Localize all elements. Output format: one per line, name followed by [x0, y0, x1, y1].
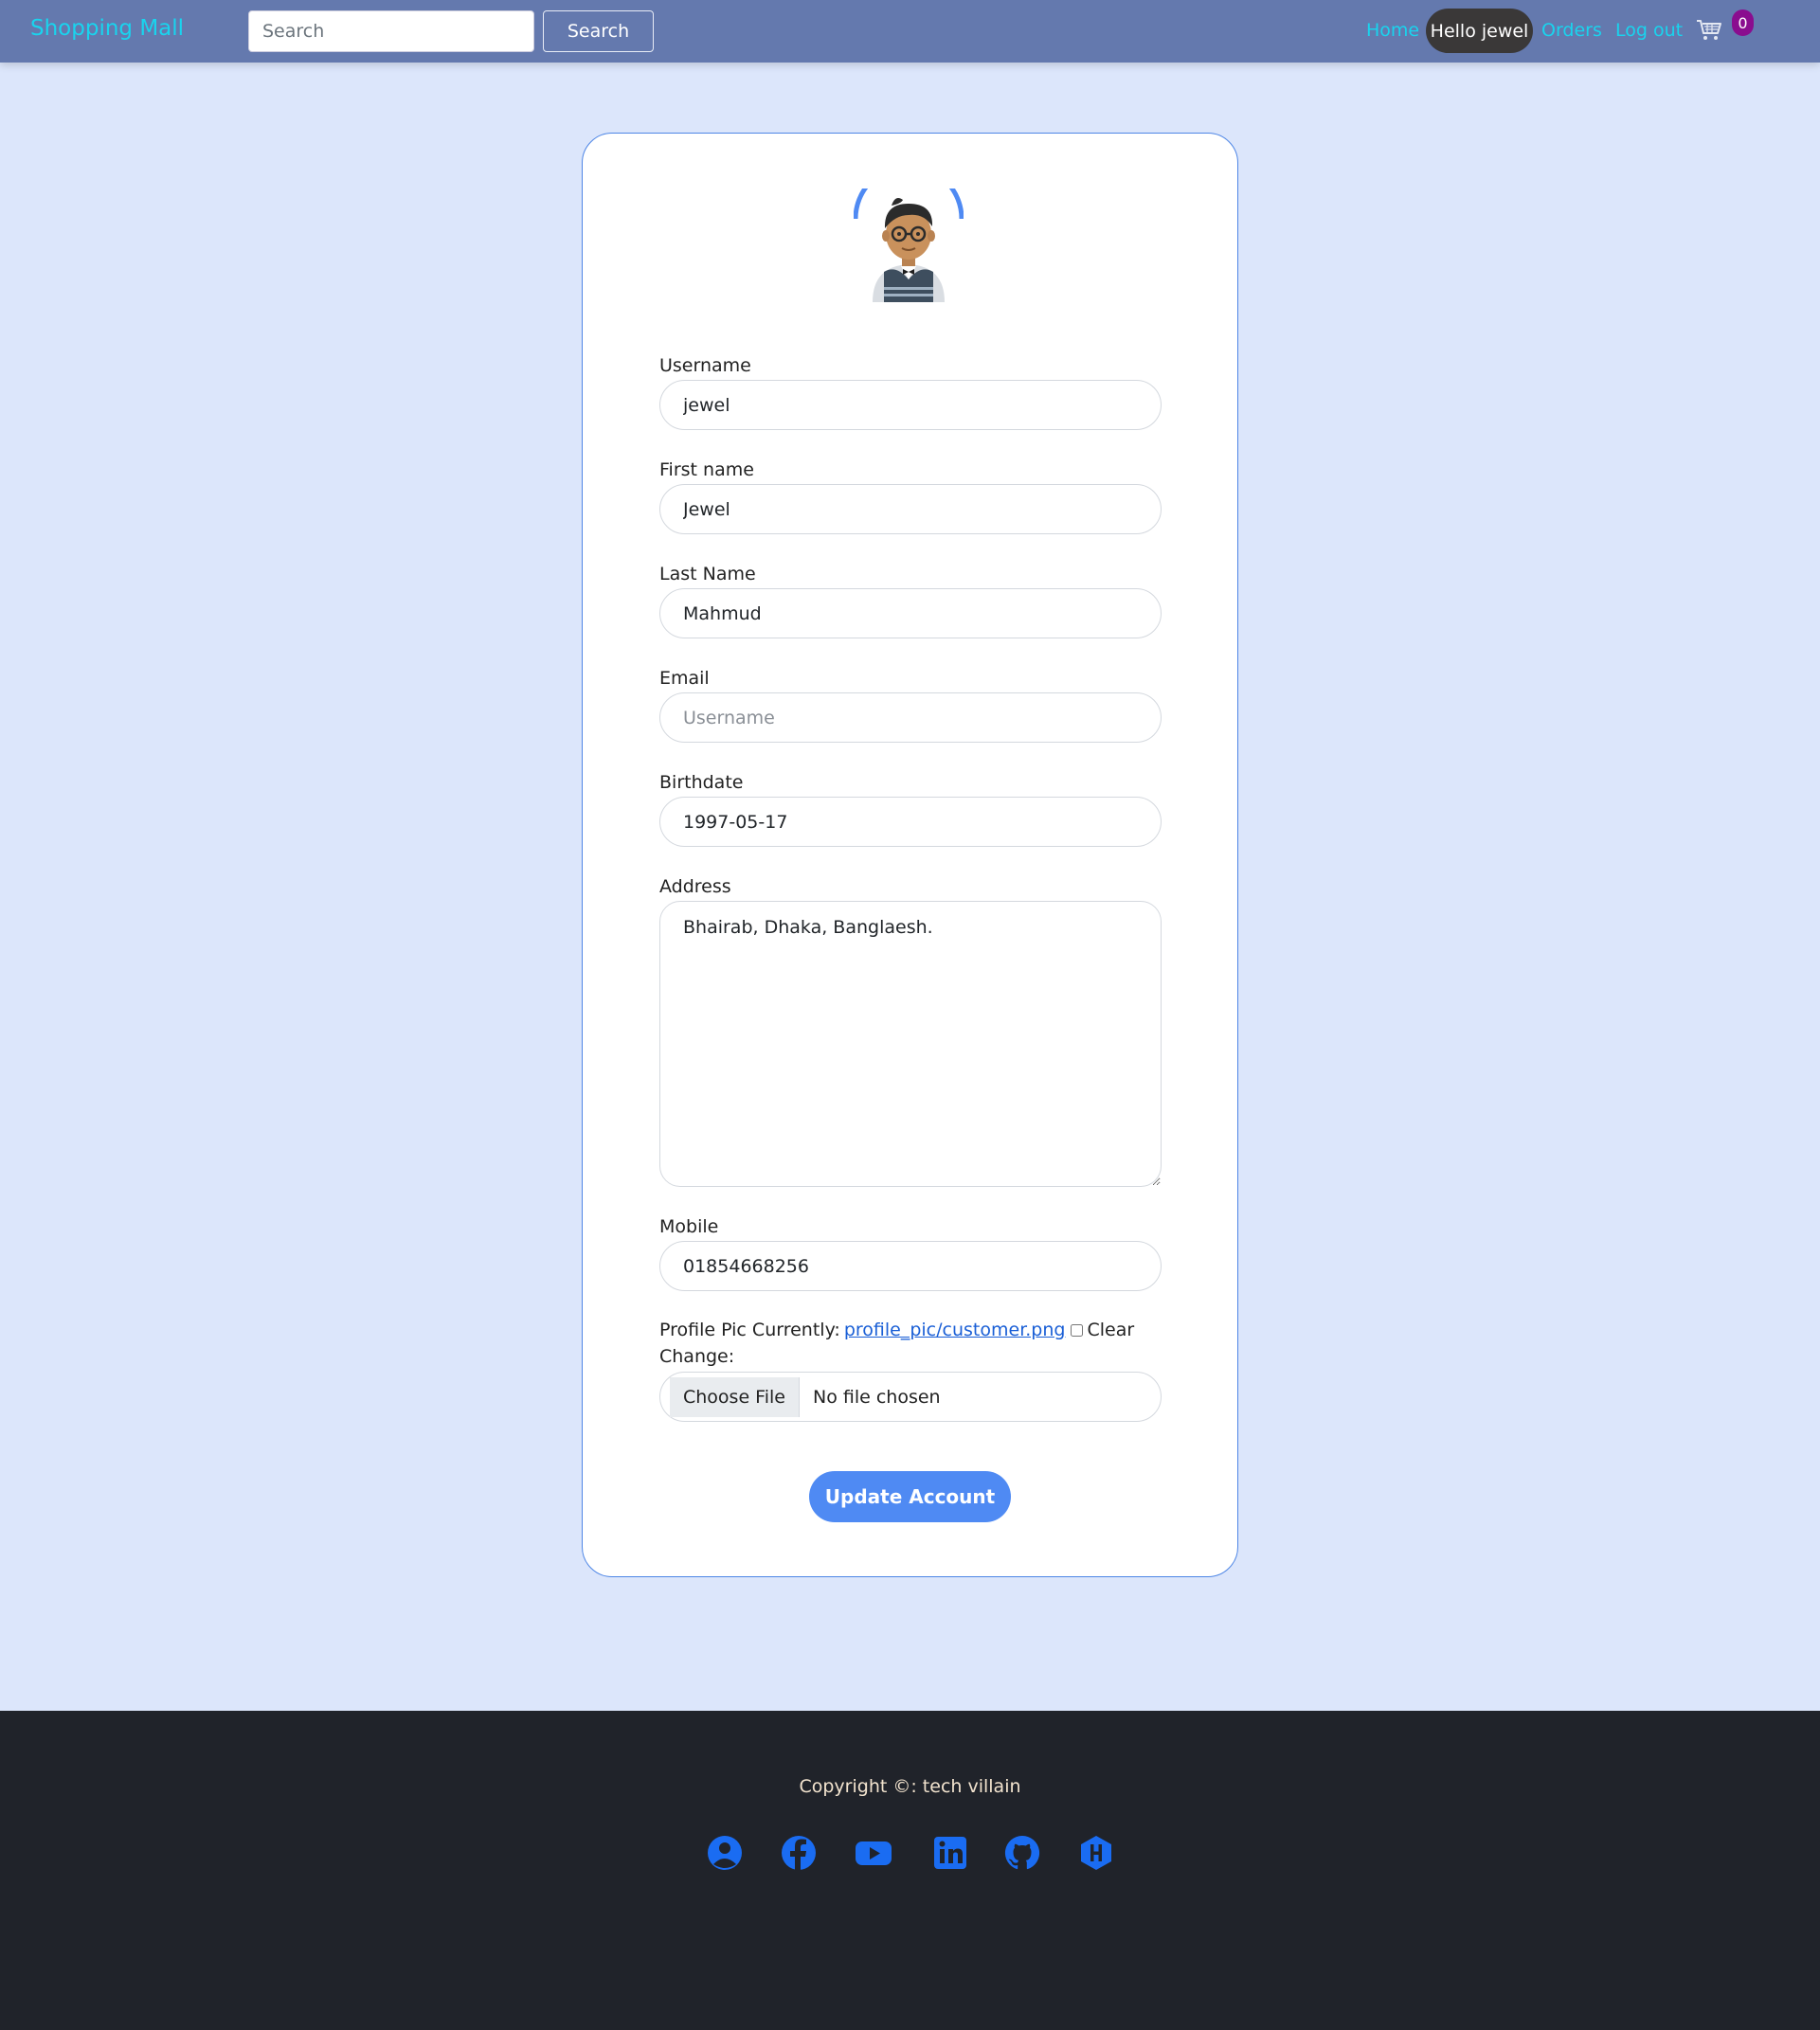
birthdate-input[interactable]: [659, 797, 1162, 847]
user-circle-icon[interactable]: [706, 1834, 744, 1872]
birthdate-label: Birthdate: [659, 772, 744, 793]
file-status-text: No file chosen: [812, 1386, 941, 1408]
mobile-label: Mobile: [659, 1216, 719, 1237]
copyright-text: Copyright ©: tech villain: [799, 1776, 1021, 1797]
cart-icon[interactable]: [1696, 19, 1722, 42]
address-label: Address: [659, 876, 731, 897]
linkedin-icon[interactable]: [931, 1834, 969, 1872]
search-button[interactable]: Search: [543, 10, 654, 52]
address-textarea[interactable]: Bhairab, Dhaka, Banglaesh.: [659, 901, 1162, 1187]
cart-count-badge: 0: [1732, 9, 1754, 36]
nav-home-link[interactable]: Home: [1366, 20, 1419, 41]
last-name-input[interactable]: [659, 588, 1162, 638]
avatar-icon: [854, 189, 964, 302]
mobile-input[interactable]: [659, 1241, 1162, 1291]
first-name-label: First name: [659, 459, 754, 480]
nav-user-greeting[interactable]: Hello jewel: [1426, 9, 1533, 53]
profile-pic-file-input[interactable]: Choose File No file chosen: [659, 1372, 1162, 1422]
email-input[interactable]: [659, 692, 1162, 743]
github-icon[interactable]: [1003, 1834, 1041, 1872]
username-label: Username: [659, 355, 751, 376]
nav-orders-link[interactable]: Orders: [1541, 20, 1602, 41]
profile-pic-clear-checkbox[interactable]: [1071, 1323, 1084, 1337]
youtube-icon[interactable]: [855, 1834, 892, 1872]
facebook-icon[interactable]: [780, 1834, 818, 1872]
search-input[interactable]: [248, 10, 534, 52]
brand-link[interactable]: Shopping Mall: [30, 16, 184, 41]
username-input[interactable]: [659, 380, 1162, 430]
hackerrank-icon[interactable]: [1077, 1834, 1115, 1872]
footer: Copyright ©: tech villain: [0, 1711, 1820, 2030]
nav-logout-link[interactable]: Log out: [1615, 20, 1683, 41]
choose-file-button[interactable]: Choose File: [670, 1376, 800, 1417]
profile-pic-file-link[interactable]: profile_pic/customer.png: [844, 1320, 1066, 1340]
profile-card: Username First name Last Name Email Birt…: [582, 133, 1238, 1577]
profile-pic-currently-label: Profile Pic Currently:: [659, 1320, 840, 1340]
email-label: Email: [659, 668, 710, 689]
profile-pic-clear-label: Clear: [1087, 1320, 1135, 1340]
update-account-button[interactable]: Update Account: [809, 1471, 1011, 1522]
navbar: Shopping Mall Search Home Hello jewel Or…: [0, 0, 1820, 63]
profile-pic-change-label: Change:: [659, 1346, 735, 1367]
first-name-input[interactable]: [659, 484, 1162, 534]
profile-pic-current: Profile Pic Currently: profile_pic/custo…: [659, 1320, 1134, 1340]
last-name-label: Last Name: [659, 564, 756, 584]
